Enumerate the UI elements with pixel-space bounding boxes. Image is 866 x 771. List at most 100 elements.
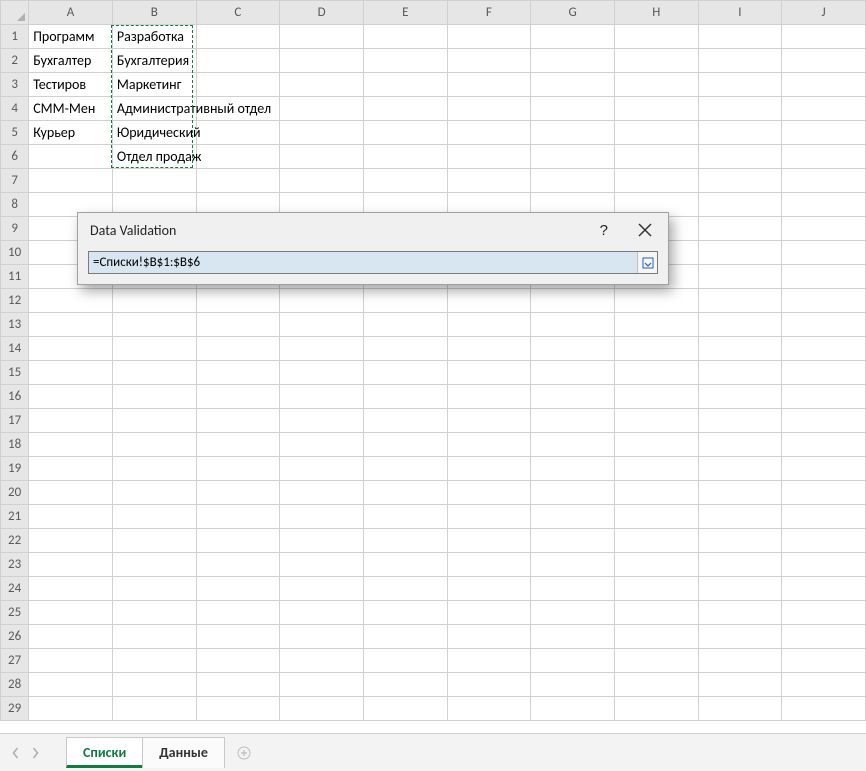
cell-I26[interactable] xyxy=(698,625,782,649)
source-range-input[interactable] xyxy=(89,252,637,273)
cell-H24[interactable] xyxy=(614,577,698,601)
row-header-18[interactable]: 18 xyxy=(1,433,29,457)
cell-E24[interactable] xyxy=(363,577,447,601)
col-header-F[interactable]: F xyxy=(447,1,531,25)
cell-I25[interactable] xyxy=(698,601,782,625)
cell-E26[interactable] xyxy=(363,625,447,649)
col-header-A[interactable]: A xyxy=(29,1,113,25)
cell-C22[interactable] xyxy=(196,529,280,553)
cell-F12[interactable] xyxy=(447,289,531,313)
cell-I9[interactable] xyxy=(698,217,782,241)
cell-D17[interactable] xyxy=(280,409,364,433)
cell-B13[interactable] xyxy=(112,313,196,337)
cell-A5[interactable]: Курьер xyxy=(29,121,113,145)
cell-I24[interactable] xyxy=(698,577,782,601)
cell-J13[interactable] xyxy=(782,313,866,337)
cell-I16[interactable] xyxy=(698,385,782,409)
col-header-G[interactable]: G xyxy=(531,1,615,25)
cell-E21[interactable] xyxy=(363,505,447,529)
cell-G3[interactable] xyxy=(531,73,615,97)
cell-A3[interactable]: Тестиров xyxy=(29,73,113,97)
cell-A17[interactable] xyxy=(29,409,113,433)
row-header-1[interactable]: 1 xyxy=(1,25,29,49)
cell-C12[interactable] xyxy=(196,289,280,313)
cell-E4[interactable] xyxy=(363,97,447,121)
cell-F27[interactable] xyxy=(447,649,531,673)
cell-C13[interactable] xyxy=(196,313,280,337)
cell-G2[interactable] xyxy=(531,49,615,73)
cell-J28[interactable] xyxy=(782,673,866,697)
cell-D29[interactable] xyxy=(280,697,364,721)
cell-D18[interactable] xyxy=(280,433,364,457)
cell-G5[interactable] xyxy=(531,121,615,145)
cell-F6[interactable] xyxy=(447,145,531,169)
cell-H1[interactable] xyxy=(614,25,698,49)
row-header-14[interactable]: 14 xyxy=(1,337,29,361)
row-header-6[interactable]: 6 xyxy=(1,145,29,169)
cell-B15[interactable] xyxy=(112,361,196,385)
cell-J1[interactable] xyxy=(782,25,866,49)
cell-D3[interactable] xyxy=(280,73,364,97)
cell-F1[interactable] xyxy=(447,25,531,49)
cell-H29[interactable] xyxy=(614,697,698,721)
cell-H16[interactable] xyxy=(614,385,698,409)
cell-B26[interactable] xyxy=(112,625,196,649)
cell-E6[interactable] xyxy=(363,145,447,169)
cell-J22[interactable] xyxy=(782,529,866,553)
cell-H12[interactable] xyxy=(614,289,698,313)
cell-E5[interactable] xyxy=(363,121,447,145)
cell-D24[interactable] xyxy=(280,577,364,601)
cell-J25[interactable] xyxy=(782,601,866,625)
cell-J12[interactable] xyxy=(782,289,866,313)
cell-A21[interactable] xyxy=(29,505,113,529)
cell-A6[interactable] xyxy=(29,145,113,169)
cell-C27[interactable] xyxy=(196,649,280,673)
cell-C20[interactable] xyxy=(196,481,280,505)
cell-H28[interactable] xyxy=(614,673,698,697)
cell-E1[interactable] xyxy=(363,25,447,49)
cell-J2[interactable] xyxy=(782,49,866,73)
cell-G24[interactable] xyxy=(531,577,615,601)
col-header-J[interactable]: J xyxy=(782,1,866,25)
cell-F13[interactable] xyxy=(447,313,531,337)
cell-A26[interactable] xyxy=(29,625,113,649)
add-sheet-button[interactable] xyxy=(230,739,258,767)
cell-E19[interactable] xyxy=(363,457,447,481)
col-header-E[interactable]: E xyxy=(363,1,447,25)
cell-D16[interactable] xyxy=(280,385,364,409)
cell-C24[interactable] xyxy=(196,577,280,601)
cell-B6[interactable]: Отдел продаж xyxy=(112,145,196,169)
row-header-11[interactable]: 11 xyxy=(1,265,29,289)
cell-J9[interactable] xyxy=(782,217,866,241)
cell-D7[interactable] xyxy=(280,169,364,193)
cell-I1[interactable] xyxy=(698,25,782,49)
cell-G28[interactable] xyxy=(531,673,615,697)
cell-C21[interactable] xyxy=(196,505,280,529)
cell-J17[interactable] xyxy=(782,409,866,433)
cell-G12[interactable] xyxy=(531,289,615,313)
row-header-9[interactable]: 9 xyxy=(1,217,29,241)
cell-A23[interactable] xyxy=(29,553,113,577)
cell-C25[interactable] xyxy=(196,601,280,625)
row-header-22[interactable]: 22 xyxy=(1,529,29,553)
cell-E20[interactable] xyxy=(363,481,447,505)
cell-I10[interactable] xyxy=(698,241,782,265)
cell-C14[interactable] xyxy=(196,337,280,361)
cell-G15[interactable] xyxy=(531,361,615,385)
cell-H14[interactable] xyxy=(614,337,698,361)
cell-C18[interactable] xyxy=(196,433,280,457)
cell-E15[interactable] xyxy=(363,361,447,385)
cell-C17[interactable] xyxy=(196,409,280,433)
cell-B23[interactable] xyxy=(112,553,196,577)
cell-F19[interactable] xyxy=(447,457,531,481)
cell-I18[interactable] xyxy=(698,433,782,457)
cell-F17[interactable] xyxy=(447,409,531,433)
cell-E18[interactable] xyxy=(363,433,447,457)
cell-J8[interactable] xyxy=(782,193,866,217)
cell-C3[interactable] xyxy=(196,73,280,97)
row-header-29[interactable]: 29 xyxy=(1,697,29,721)
cell-H21[interactable] xyxy=(614,505,698,529)
cell-J3[interactable] xyxy=(782,73,866,97)
cell-A12[interactable] xyxy=(29,289,113,313)
cell-J16[interactable] xyxy=(782,385,866,409)
